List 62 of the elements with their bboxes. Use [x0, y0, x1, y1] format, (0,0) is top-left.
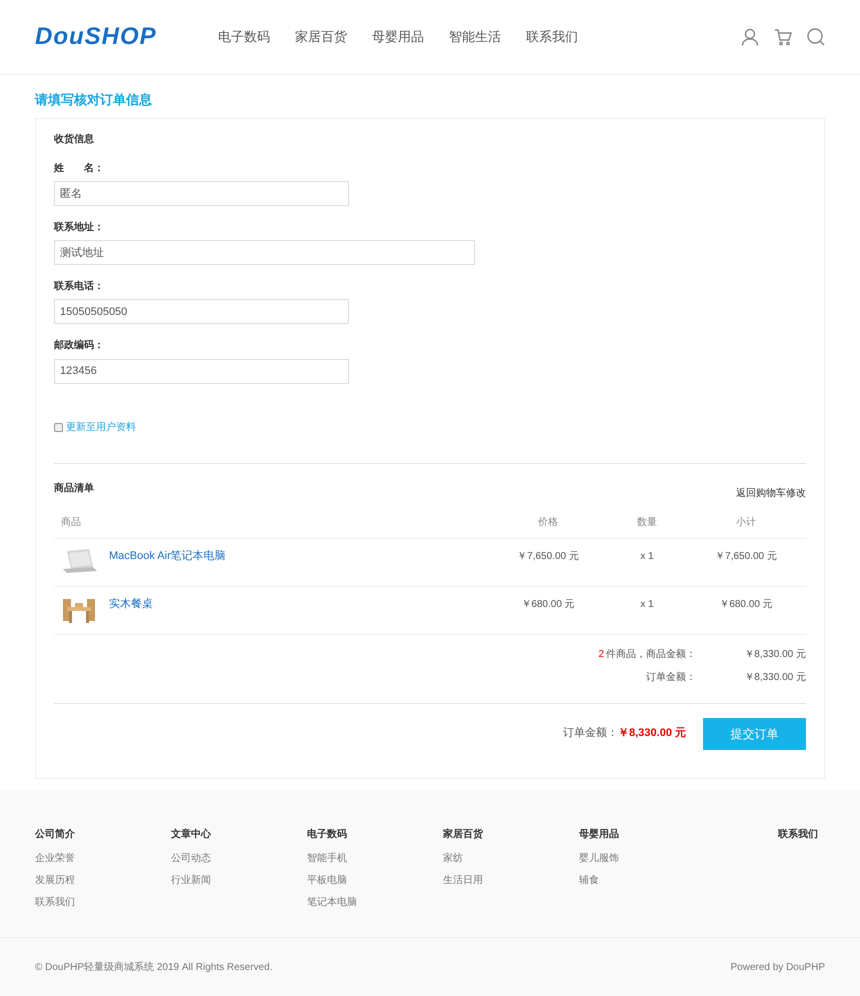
input-field[interactable]: 匿名 — [54, 180, 349, 206]
checkbox[interactable] — [54, 422, 63, 432]
back-to-cart-link[interactable]: 返回购物车修改 — [736, 486, 806, 500]
logo[interactable]: DouSHOP — [35, 19, 218, 55]
summary-label: 订单金额： — [646, 670, 696, 684]
nav-link[interactable]: 联系我们 — [526, 27, 578, 47]
footer-link[interactable]: 公司动态 — [171, 851, 307, 866]
footer-link[interactable]: 联系我们 — [35, 895, 171, 910]
checkbox-label[interactable]: 更新至用户资料 — [66, 420, 136, 434]
summary-value: ￥8,330.00 元 — [743, 648, 806, 662]
input-field[interactable]: 123456 — [54, 358, 349, 384]
page-title: 请填写核对订单信息 — [35, 91, 153, 109]
footer-link[interactable]: 生活日用 — [443, 873, 579, 888]
nav-link[interactable]: 智能生活 — [449, 27, 501, 47]
column-header: 小计 — [735, 516, 757, 530]
section-title: 收货信息 — [54, 132, 95, 146]
copyright: © DouPHP轻量级商城系统 2019 All Rights Reserved. — [35, 960, 272, 975]
footer-link[interactable]: 行业新闻 — [171, 873, 307, 888]
price: ￥680.00 元 — [520, 598, 576, 612]
footer-heading: 公司简介 — [35, 828, 76, 842]
quantity: x 1 — [639, 598, 655, 612]
nav-link[interactable]: 母婴用品 — [372, 27, 424, 47]
quantity: x 1 — [639, 550, 655, 564]
footer-link[interactable]: 婴儿服饰 — [579, 851, 729, 866]
total-label: 订单金额： — [563, 726, 618, 742]
user-icon[interactable] — [741, 28, 759, 46]
footer-heading: 家居百货 — [443, 827, 484, 842]
footer-link[interactable]: 平板电脑 — [307, 873, 443, 888]
subtotal: ￥680.00 元 — [718, 598, 774, 612]
powered-by: Powered by DouPHP — [730, 961, 825, 975]
footer-link[interactable]: 智能手机 — [307, 851, 443, 866]
footer-link[interactable]: 辅食 — [579, 873, 729, 888]
product-link[interactable]: MacBook Air笔记本电脑 — [109, 548, 226, 564]
field-label: 联系电话： — [54, 280, 105, 294]
column-header: 价格 — [537, 516, 559, 530]
price: ￥7,650.00 元 — [516, 550, 580, 564]
footer-heading[interactable]: 联系我们 — [778, 827, 818, 842]
footer-heading: 文章中心 — [171, 827, 212, 842]
nav-link[interactable]: 家居百货 — [295, 27, 347, 47]
footer-heading: 电子数码 — [307, 828, 348, 842]
cart-icon[interactable] — [774, 28, 792, 46]
input-field[interactable]: 测试地址 — [54, 240, 475, 264]
footer-link[interactable]: 企业荣誉 — [35, 851, 171, 866]
summary-value: ￥8,330.00 元 — [743, 670, 806, 684]
field-label: 联系地址： — [54, 220, 105, 234]
search-icon[interactable] — [807, 28, 825, 46]
column-header: 数量 — [636, 516, 658, 530]
subtotal: ￥7,650.00 元 — [714, 550, 778, 564]
item-count: 2 — [598, 648, 604, 662]
field-label: 姓 名： — [54, 162, 105, 176]
column-header: 商品 — [60, 516, 82, 530]
nav-link[interactable]: 电子数码 — [218, 27, 270, 47]
product-link[interactable]: 实木餐桌 — [109, 596, 153, 612]
section-title: 商品清单 — [54, 481, 94, 496]
footer-link[interactable]: 家纺 — [443, 851, 579, 866]
footer-link[interactable]: 笔记本电脑 — [307, 895, 443, 910]
footer-link[interactable]: 发展历程 — [35, 873, 171, 888]
input-field[interactable]: 15050505050 — [54, 299, 349, 324]
summary-label: 件商品，商品金额： — [606, 648, 696, 662]
total-value: ￥8,330.00 元 — [618, 726, 686, 742]
footer-heading: 母婴用品 — [579, 828, 620, 842]
field-label: 邮政编码： — [54, 338, 105, 353]
